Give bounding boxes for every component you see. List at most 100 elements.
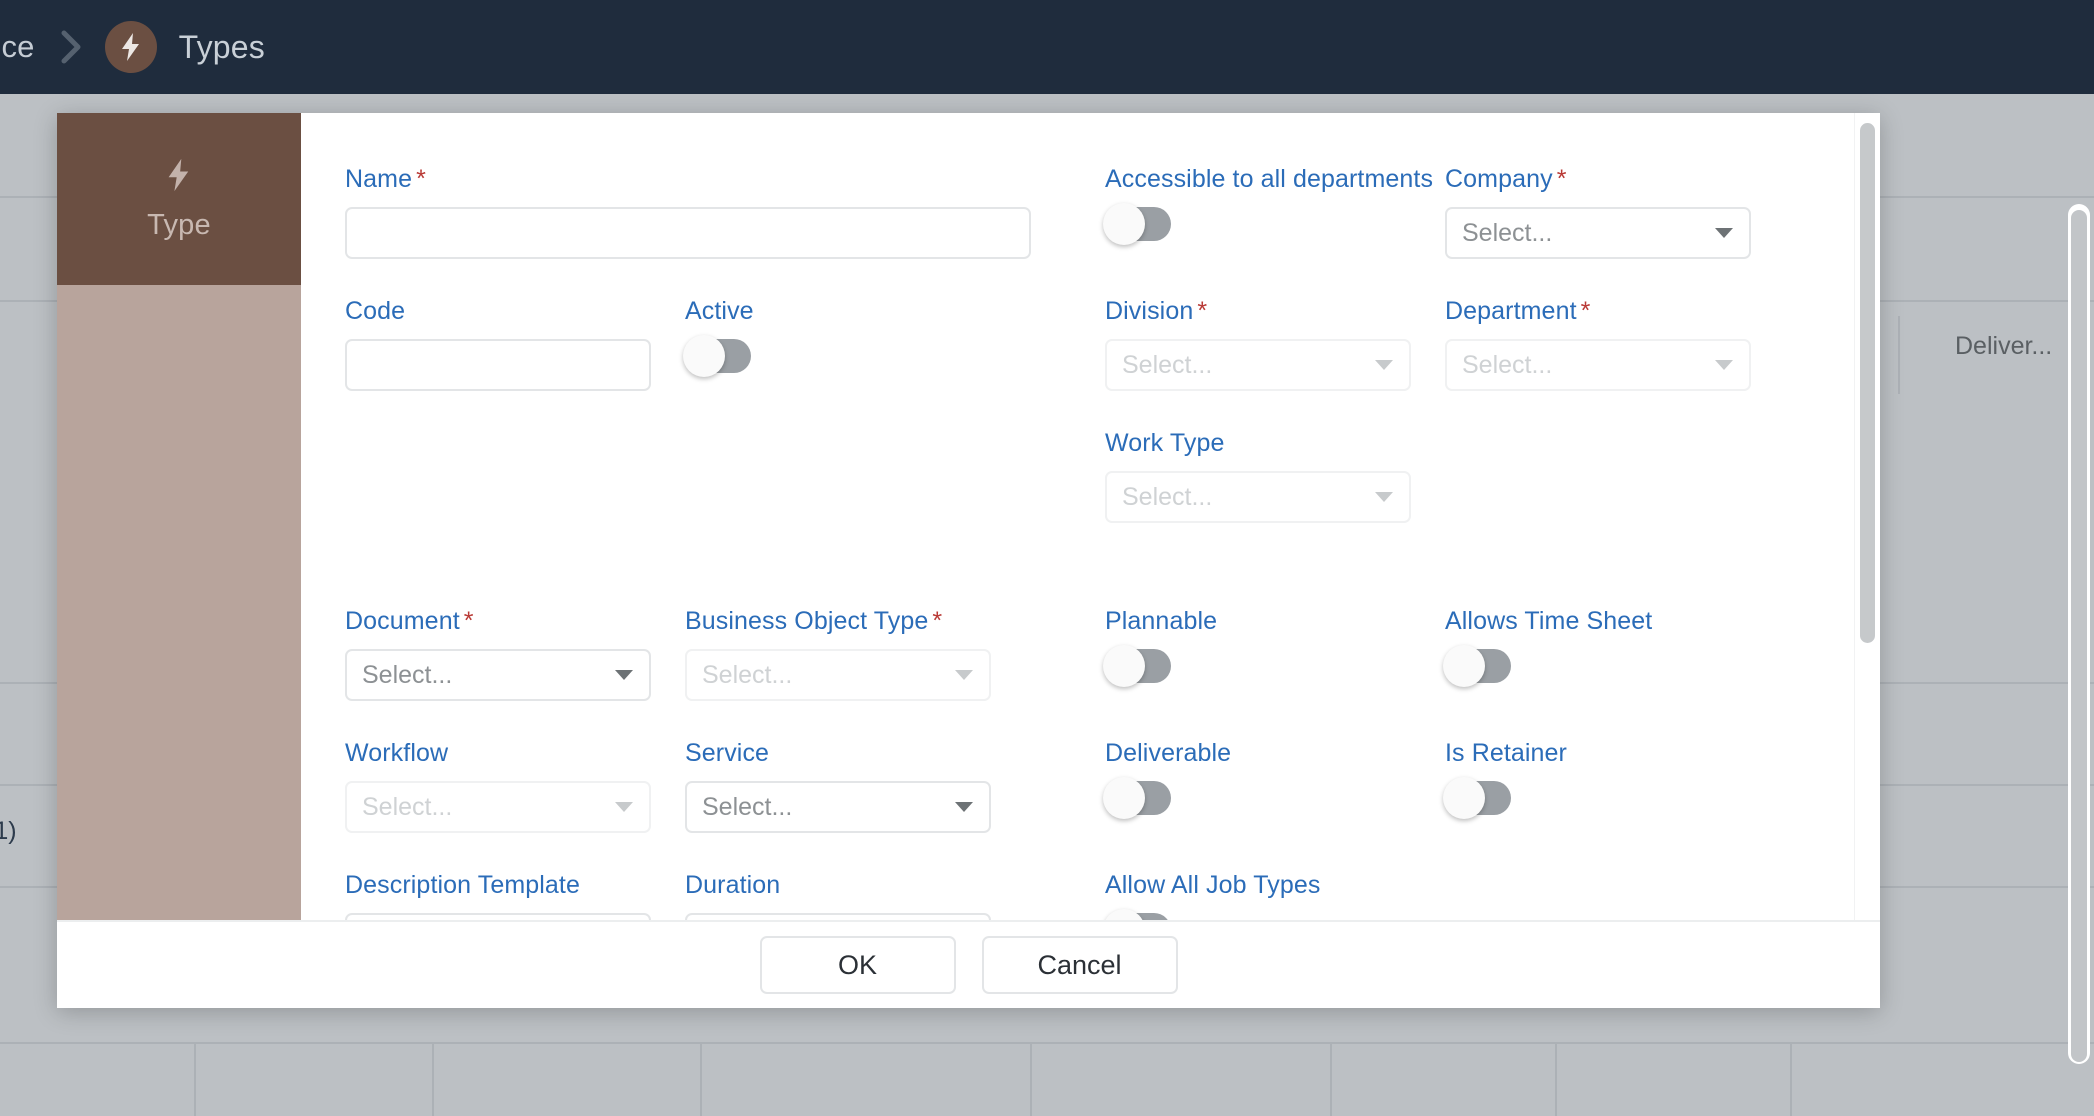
field-code: Code (345, 297, 685, 391)
lightning-bolt-icon (104, 21, 157, 73)
division-select-value: Select... (1122, 350, 1213, 379)
toggle-knob (1103, 645, 1145, 687)
field-business-object-type: Business Object Type * Select... (685, 607, 1025, 701)
page-scrollbar[interactable] (2068, 204, 2090, 1064)
breadcrumb-parent[interactable]: nce (0, 29, 35, 65)
work-type-select-value: Select... (1122, 482, 1213, 511)
field-duration: Duration (685, 871, 1025, 920)
document-select-value: Select... (362, 660, 453, 689)
field-is-retainer: Is Retainer (1443, 739, 1785, 833)
chevron-down-icon (955, 802, 973, 812)
document-select[interactable]: Select... (345, 649, 651, 701)
field-division: Division * Select... (1105, 297, 1445, 391)
field-description-template-label: Description Template (345, 871, 580, 899)
background-grid-line (700, 1042, 702, 1116)
background-grid-line (432, 1042, 434, 1116)
rail-empty-area (57, 285, 301, 920)
name-input[interactable] (345, 207, 1031, 259)
chevron-down-icon (1375, 492, 1393, 502)
chevron-down-icon (1715, 360, 1733, 370)
allow-all-job-types-toggle[interactable] (1103, 909, 1171, 920)
field-division-label: Division * (1105, 297, 1411, 326)
service-select[interactable]: Select... (685, 781, 991, 833)
field-company-label-text: Company (1445, 165, 1553, 193)
field-workflow: Workflow Select... (345, 739, 685, 833)
department-select[interactable]: Select... (1445, 339, 1751, 391)
business-object-type-select-value: Select... (702, 660, 793, 689)
dialog-scrollbar-thumb[interactable] (1860, 123, 1875, 643)
chevron-right-icon (61, 30, 83, 64)
field-accessible-label: Accessible to all departments (1105, 165, 1434, 193)
background-grid-line (1330, 1042, 1332, 1116)
required-asterisk: * (1580, 297, 1591, 325)
grid-spacer (1445, 871, 1785, 920)
active-toggle[interactable] (683, 335, 751, 377)
field-department: Department * Select... (1445, 297, 1785, 391)
work-type-select[interactable]: Select... (1105, 471, 1411, 523)
field-name: Name * (345, 165, 1031, 259)
field-department-label-text: Department (1445, 297, 1577, 325)
field-department-label: Department * (1445, 297, 1751, 326)
required-asterisk: * (463, 607, 474, 635)
chevron-down-icon (1375, 360, 1393, 370)
dialog-form-scroll: Name * Accessible to all departments Com… (301, 113, 1854, 920)
company-select[interactable]: Select... (1445, 207, 1751, 259)
ok-button[interactable]: OK (759, 936, 956, 994)
grid-spacer (1025, 871, 1105, 920)
deliverable-toggle[interactable] (1103, 777, 1171, 819)
background-grid-line (194, 1042, 196, 1116)
top-breadcrumb-bar: nce Types (0, 0, 2094, 94)
grid-spacer (685, 429, 1025, 523)
plannable-toggle[interactable] (1103, 645, 1171, 687)
field-deliverable: Deliverable (1103, 739, 1445, 833)
grid-spacer (345, 429, 685, 523)
type-dialog: Type Name * Accessible to all department… (57, 113, 1880, 1008)
tab-type-label: Type (147, 208, 211, 241)
grid-spacer (1025, 165, 1105, 259)
app-screen: arch... Deliver... (1) nce (0, 0, 2094, 1116)
code-input[interactable] (345, 339, 651, 391)
is-retainer-toggle[interactable] (1443, 777, 1511, 819)
field-business-object-type-label: Business Object Type * (685, 607, 991, 636)
required-asterisk: * (1556, 165, 1567, 193)
division-select[interactable]: Select... (1105, 339, 1411, 391)
grid-spacer (1025, 429, 1105, 523)
toggle-knob (1443, 645, 1485, 687)
chevron-down-icon (1715, 228, 1733, 238)
page-scrollbar-thumb[interactable] (2071, 210, 2087, 1062)
cancel-button[interactable]: Cancel (981, 936, 1178, 994)
field-document-label: Document * (345, 607, 651, 636)
lightning-bolt-icon (164, 157, 194, 193)
dialog-form-area: Name * Accessible to all departments Com… (301, 113, 1880, 920)
field-active: Active (683, 297, 1025, 391)
field-duration-label: Duration (685, 871, 781, 899)
field-company-label: Company * (1445, 165, 1751, 194)
background-grid-line (1790, 1042, 1792, 1116)
dialog-scrollbar[interactable] (1854, 113, 1880, 920)
accessible-all-departments-toggle[interactable] (1103, 203, 1171, 245)
field-description-template: Description Template Select... (345, 871, 685, 920)
required-asterisk: * (1197, 297, 1208, 325)
field-code-label: Code (345, 297, 406, 325)
tab-type[interactable]: Type (57, 113, 301, 285)
background-grid-line (1030, 1042, 1032, 1116)
grid-spacer (1445, 429, 1785, 523)
toggle-knob (1103, 203, 1145, 245)
workflow-select[interactable]: Select... (345, 781, 651, 833)
dialog-body: Type Name * Accessible to all department… (57, 113, 1880, 920)
field-deliverable-label: Deliverable (1105, 739, 1232, 767)
required-asterisk: * (932, 607, 943, 635)
duration-input[interactable] (685, 913, 991, 920)
field-business-object-type-label-text: Business Object Type (685, 607, 929, 635)
toggle-knob (1103, 777, 1145, 819)
department-select-value: Select... (1462, 350, 1553, 379)
allows-time-sheet-toggle[interactable] (1443, 645, 1511, 687)
business-object-type-select[interactable]: Select... (685, 649, 991, 701)
toggle-knob (683, 335, 725, 377)
field-work-type: Work Type Select... (1105, 429, 1445, 523)
chevron-down-icon (955, 670, 973, 680)
field-name-label: Name * (345, 165, 991, 194)
company-select-value: Select... (1462, 218, 1553, 247)
description-template-select[interactable]: Select... (345, 913, 651, 920)
field-allow-all-job-types-label: Allow All Job Types (1105, 871, 1321, 899)
